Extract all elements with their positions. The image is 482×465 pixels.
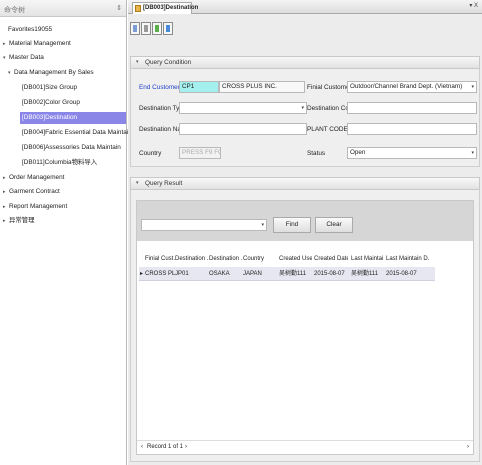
tree-item-label: Garment Contract [9, 188, 60, 195]
tree-item-label: Data Management By Sales [14, 69, 94, 76]
end-customer-name-field: CROSS PLUS INC. [219, 81, 305, 93]
navigation-tree-panel: 命令树 ⇕ Favorites19055 ▸ Material Managemen… [0, 0, 132, 465]
pager: ‹ Record 1 of 1 › › [137, 440, 473, 454]
table-cell[interactable]: CROSS PL... [145, 269, 175, 279]
edit-icon[interactable] [141, 22, 151, 35]
column-header[interactable]: Created User [279, 253, 312, 266]
clear-button[interactable]: Clear [315, 217, 353, 233]
table-cell[interactable]: JAPAN [243, 269, 276, 279]
table-cell[interactable]: 吴树勤111 [279, 269, 312, 279]
result-container: ▾ Find Clear Finial Cust... Destination … [136, 200, 474, 455]
tree-item-db002[interactable]: [DB002]Color Group [22, 98, 80, 108]
chevron-down-icon[interactable]: ▾ [136, 178, 139, 189]
plant-code-field[interactable] [347, 123, 477, 135]
end-customer-label[interactable]: End Customer [139, 84, 180, 91]
tree-item-db004[interactable]: [DB004]Fabric Essential Data Maintain [22, 128, 132, 138]
chevron-right-icon[interactable]: › [185, 441, 187, 454]
tree-item-label: Material Management [9, 40, 71, 47]
plant-code-label: PLANT CODE: [307, 126, 350, 133]
column-header[interactable]: Destination ... [175, 253, 208, 266]
country-field[interactable]: PRESS F9 FOR SE [179, 147, 221, 159]
tree-item-label: Favorites19055 [8, 26, 53, 33]
chevron-down-icon[interactable]: ▾ [471, 148, 474, 158]
tree-item-report-management[interactable]: ▸ Report Management [3, 202, 67, 212]
status-value: Open [350, 149, 366, 156]
column-header[interactable]: Finial Cust... [145, 253, 175, 266]
query-condition-header[interactable]: ▾ Query Condition [130, 56, 480, 69]
tree-item-material-management[interactable]: ▸ Material Management [3, 39, 71, 49]
document-panel: [DB003]Destination ▾ X ▾ Query Condition… [128, 0, 482, 465]
column-header[interactable]: Created Date [314, 253, 348, 266]
new-record-icon[interactable] [130, 22, 140, 35]
tab-destination[interactable]: [DB003]Destination [132, 2, 198, 14]
tree-item-label: [DB011]Columbia物料导入 [22, 159, 98, 166]
tree-item-order-management[interactable]: ▸ Order Management [3, 173, 64, 183]
tree-item-data-management-by-sales[interactable]: ▾ Data Management By Sales [8, 68, 94, 78]
pin-icon[interactable]: ⇕ [116, 4, 122, 12]
column-header[interactable]: Country [243, 253, 276, 266]
tree-item-label: [DB006]Assessories Data Maintain [22, 144, 121, 151]
tree-item-db003[interactable]: [DB003]Destination [20, 112, 126, 124]
tab-controls[interactable]: ▾ X [469, 2, 478, 9]
tree-item-db006[interactable]: [DB006]Assessories Data Maintain [22, 143, 121, 153]
tree-item-label: [DB002]Color Group [22, 99, 80, 106]
search-strip: ▾ Find Clear [137, 201, 473, 241]
section-title: Query Condition [145, 59, 192, 66]
tree-item-exception-management[interactable]: ▸ 异常管理 [3, 216, 35, 226]
chevron-down-icon[interactable]: ▾ [261, 220, 264, 230]
chevron-down-icon[interactable]: ▾ [301, 103, 304, 113]
row-indicator-icon: ▸ [140, 271, 144, 277]
tree-item-db001[interactable]: [DB001]Size Group [22, 83, 77, 93]
tree-item-label: Report Management [9, 203, 68, 210]
navigation-tree-header: 命令树 ⇕ [0, 0, 126, 17]
query-condition-body: End Customer CP1 CROSS PLUS INC. Finial … [130, 69, 480, 167]
document-icon [135, 5, 141, 12]
query-result-header[interactable]: ▾ Query Result [130, 177, 480, 190]
table-cell[interactable]: 2015-08-07 [314, 269, 348, 279]
tree-item-garment-contract[interactable]: ▸ Garment Contract [3, 187, 60, 197]
tree-item-label: [DB003]Destination [22, 114, 78, 121]
destination-code-field[interactable] [347, 102, 477, 114]
tree-item-label: [DB001]Size Group [22, 84, 78, 91]
final-customer-label: Finial Customer [307, 84, 352, 91]
chevron-down-icon[interactable]: ▾ [471, 82, 474, 92]
find-button[interactable]: Find [273, 217, 311, 233]
section-title: Query Result [145, 180, 183, 187]
chevron-left-icon[interactable]: ‹ [141, 441, 143, 454]
tab-bar: [DB003]Destination ▾ X [128, 0, 482, 14]
column-header[interactable]: Destination ... [209, 253, 242, 266]
tree-item-favorites[interactable]: Favorites19055 [8, 25, 52, 35]
table-cell[interactable]: OSAKA [209, 269, 242, 279]
destination-name-field[interactable] [179, 123, 307, 135]
scroll-right-icon[interactable]: › [467, 441, 469, 454]
table-cell[interactable]: 吴树勤111 [351, 269, 384, 279]
table-cell[interactable]: JP01 [175, 269, 208, 279]
tree-item-label: Order Management [9, 174, 65, 181]
country-label: Country [139, 150, 162, 157]
result-search-select[interactable]: ▾ [141, 219, 267, 231]
save-icon[interactable] [152, 22, 162, 35]
tree-item-label: Master Data [9, 54, 44, 61]
status-label: Status [307, 150, 326, 157]
destination-type-select[interactable]: ▾ [179, 102, 307, 114]
tree-item-label: 异常管理 [9, 217, 35, 224]
record-count: Record 1 of 1 [147, 444, 184, 450]
end-customer-code-field[interactable]: CP1 [179, 81, 219, 93]
tree-item-label: [DB004]Fabric Essential Data Maintain [22, 129, 132, 136]
tab-label: [DB003]Destination [143, 5, 199, 11]
tree-item-db011[interactable]: [DB011]Columbia物料导入 [22, 158, 97, 168]
chevron-down-icon[interactable]: ▾ [136, 57, 139, 68]
final-customer-value: Outdoor/Channel Brand Dept. (Vietnam) [350, 83, 463, 90]
tree-item-master-data[interactable]: ▾ Master Data [3, 53, 44, 63]
final-customer-select[interactable]: Outdoor/Channel Brand Dept. (Vietnam) ▾ [347, 81, 477, 93]
column-header[interactable]: Last Maintai... [351, 253, 384, 266]
export-icon[interactable] [163, 22, 173, 35]
navigation-tree-title: 命令树 [4, 7, 25, 14]
column-header[interactable]: Last Maintain D... [386, 253, 430, 266]
table-cell[interactable]: 2015-08-07 [386, 269, 430, 279]
status-select[interactable]: Open ▾ [347, 147, 477, 159]
